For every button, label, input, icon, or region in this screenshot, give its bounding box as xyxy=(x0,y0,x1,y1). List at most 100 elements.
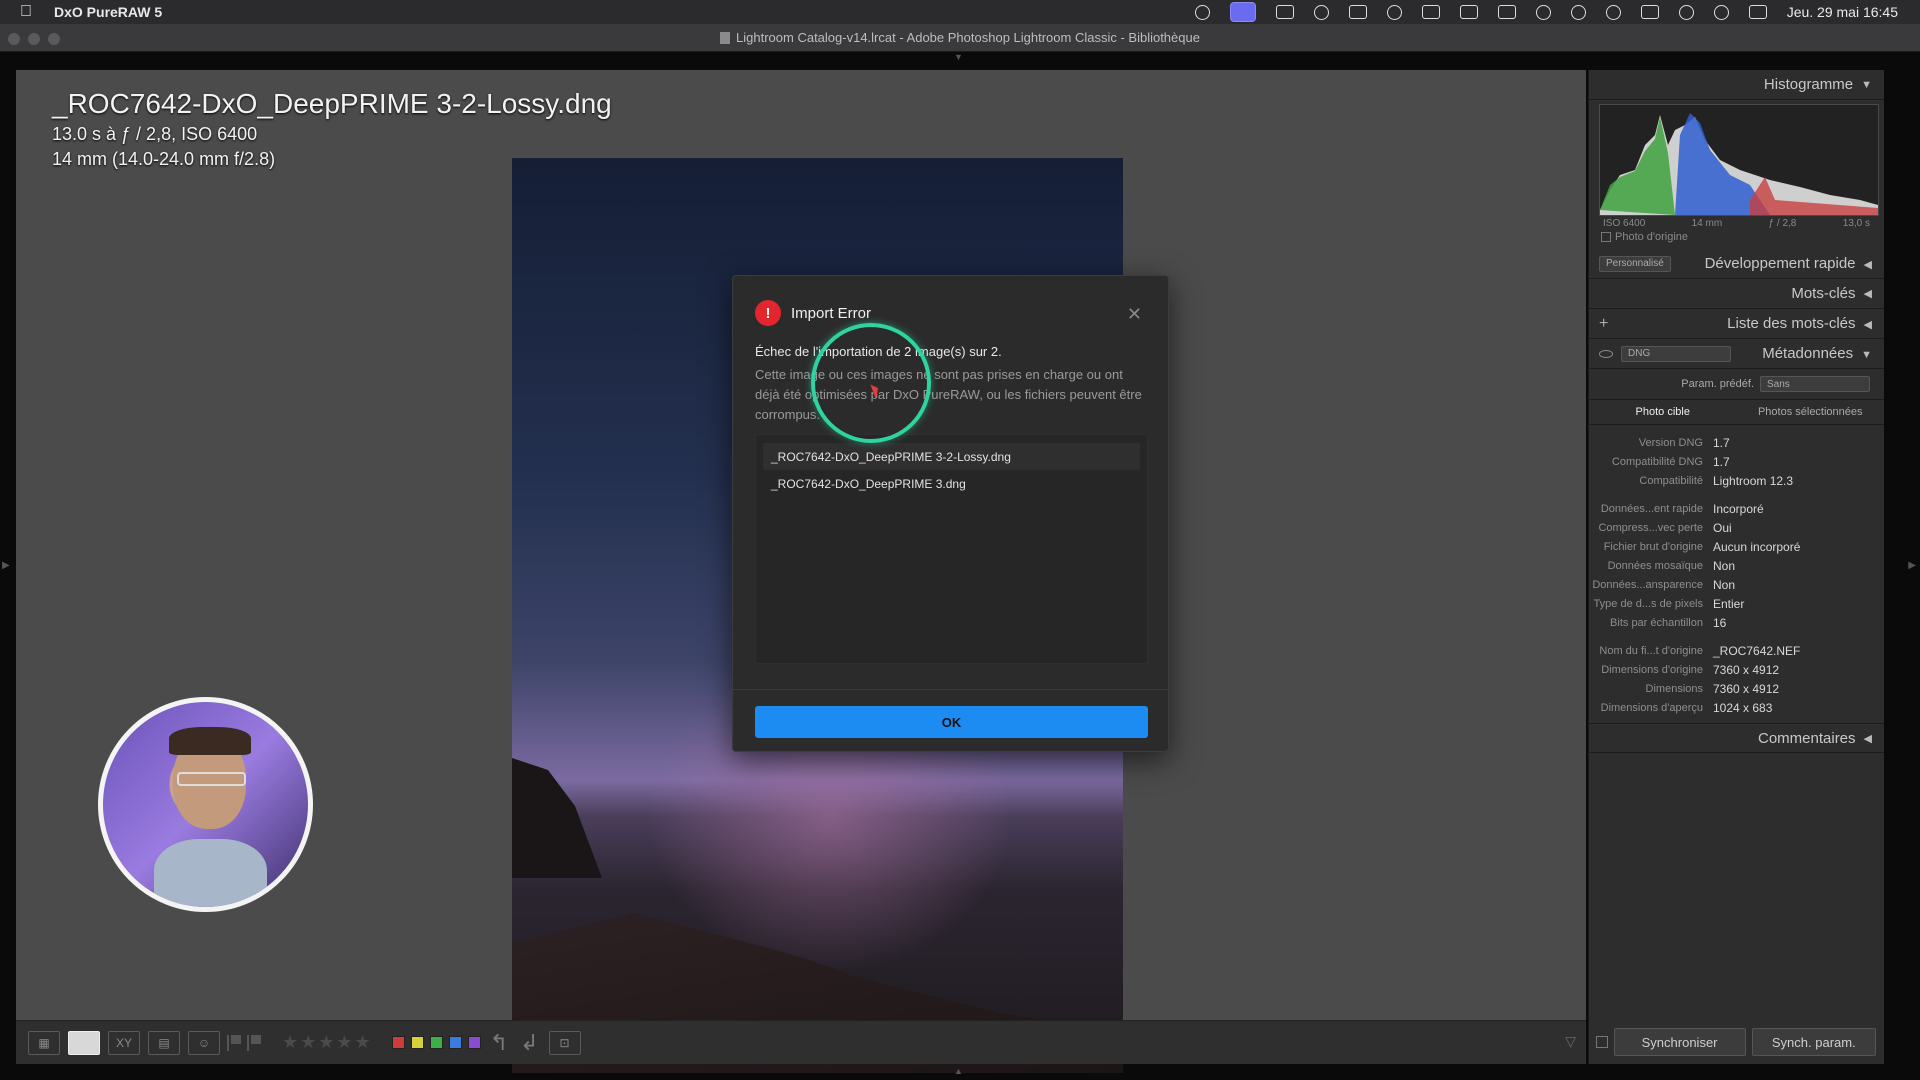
flag-reject-icon[interactable] xyxy=(247,1034,261,1051)
app-name-menu[interactable]: DxO PureRAW 5 xyxy=(54,4,162,20)
pureraw-icon[interactable] xyxy=(1348,5,1367,19)
metadata-value: 1024 x 683 xyxy=(1713,700,1773,715)
user-icon[interactable] xyxy=(1535,4,1551,20)
people-view-button[interactable]: ☺ xyxy=(188,1030,220,1055)
screen-share-icon[interactable] xyxy=(1229,2,1256,22)
metadata-value: 7360 x 4912 xyxy=(1713,681,1780,696)
failed-files-list: _ROC7642-DxO_DeepPRIME 3-2-Lossy.dng _RO… xyxy=(755,434,1148,664)
metadata-key: Données...ansparence xyxy=(1592,578,1703,591)
battery-icon[interactable] xyxy=(1640,5,1659,19)
apple-icon[interactable]:  xyxy=(20,3,36,21)
keyword-list-label: Liste des mots-clés xyxy=(1727,315,1856,332)
clipboard-icon[interactable] xyxy=(1421,5,1440,19)
crop-overlay-button[interactable]: ⊡ xyxy=(548,1030,581,1055)
photo-info-overlay: _ROC7642-DxO_DeepPRIME 3-2-Lossy.dng 13.… xyxy=(52,88,612,170)
ok-button[interactable]: OK xyxy=(755,706,1148,738)
color-label-red[interactable] xyxy=(391,1036,405,1049)
preset-select[interactable]: Sans xyxy=(1760,376,1870,392)
tab-target-photo[interactable]: Photo cible xyxy=(1589,400,1737,424)
metadata-value: Entier xyxy=(1713,596,1745,611)
histogram-header[interactable]: Histogramme ▼ xyxy=(1589,70,1884,100)
original-photo-label: Photo d'origine xyxy=(1615,231,1689,243)
color-label-yellow[interactable] xyxy=(410,1036,424,1049)
flag-pick-icon[interactable] xyxy=(227,1034,241,1051)
original-photo-row: Photo d'origine xyxy=(1589,229,1884,249)
survey-view-button[interactable]: ▤ xyxy=(148,1030,180,1055)
keywords-header[interactable]: Mots-clés ◀ xyxy=(1589,279,1884,309)
metadata-row: Compatibilité DNG 1.7 xyxy=(1589,452,1884,471)
keywords-label: Mots-clés xyxy=(1791,285,1856,302)
window-title: Lightroom Catalog-v14.lrcat - Adobe Phot… xyxy=(736,30,1200,45)
add-keyword-icon[interactable]: + xyxy=(1599,315,1608,333)
creative-cloud-icon[interactable] xyxy=(1386,4,1402,20)
menu-bar:  DxO PureRAW 5 Jeu. 29 mai 16:45 xyxy=(0,0,1920,24)
grid-view-button[interactable]: ▦ xyxy=(28,1030,60,1055)
eye-icon[interactable] xyxy=(1599,349,1613,358)
expand-left-icon: ◀ xyxy=(1863,319,1872,331)
color-label-purple[interactable] xyxy=(467,1036,481,1049)
filmstrip-toggle-icon[interactable]: ▲ xyxy=(954,1066,963,1076)
quick-develop-label: Développement rapide xyxy=(1704,255,1856,272)
metadata-value: _ROC7642.NEF xyxy=(1713,643,1801,658)
status-icon[interactable] xyxy=(1194,4,1210,20)
metadata-row: Bits par échantillon 16 xyxy=(1589,613,1884,632)
quick-develop-preset-select[interactable]: Personnalisé xyxy=(1599,255,1671,272)
loupe-view-button[interactable] xyxy=(68,1030,100,1055)
metadata-group-gap xyxy=(1589,490,1884,499)
camera-icon[interactable] xyxy=(1275,5,1294,19)
metadata-list: Version DNG 1.7 Compatibilité DNG 1.7 Compat… xyxy=(1589,425,1884,717)
metadata-key: Compatibilité xyxy=(1639,474,1703,487)
right-panel-toggle-icon[interactable]: ▶ xyxy=(1908,560,1916,571)
time-machine-icon[interactable] xyxy=(1605,4,1621,20)
metadata-header[interactable]: DNG Métadonnées ▼ xyxy=(1589,339,1884,369)
preset-label: Param. prédéf. xyxy=(1681,378,1754,390)
compare-view-button[interactable]: XY xyxy=(108,1030,140,1055)
top-panel-toggle-icon[interactable]: ▼ xyxy=(954,52,963,62)
dialog-description: Cette image ou ces images ne sont pas pr… xyxy=(755,367,1142,422)
keyword-list-header[interactable]: + Liste des mots-clés ◀ xyxy=(1589,309,1884,339)
toolbar-menu-chevron-icon[interactable]: ▽ xyxy=(1565,1033,1576,1050)
wifi-icon[interactable] xyxy=(1678,4,1694,20)
comments-label: Commentaires xyxy=(1758,729,1856,747)
sync-settings-button[interactable]: Synch. param. xyxy=(1751,1028,1876,1056)
sync-button[interactable]: Synchroniser xyxy=(1613,1028,1746,1056)
auto-sync-toggle[interactable] xyxy=(1596,1036,1608,1048)
menu-clock[interactable]: Jeu. 29 mai 16:45 xyxy=(1787,4,1898,20)
minimize-window-button[interactable] xyxy=(28,33,40,45)
metadata-key: Dimensions d'origine xyxy=(1601,663,1703,676)
control-center-icon[interactable] xyxy=(1748,5,1767,19)
quick-develop-header[interactable]: Personnalisé Développement rapide ◀ xyxy=(1589,249,1884,279)
dialog-divider xyxy=(733,689,1168,690)
webcam-avatar xyxy=(98,697,313,912)
metadata-row: Nom du fi...t d'origine _ROC7642.NEF xyxy=(1589,641,1884,660)
metadata-key: Version DNG xyxy=(1638,436,1703,449)
list-item[interactable]: _ROC7642-DxO_DeepPRIME 3.dng xyxy=(763,470,1140,497)
left-panel-toggle-icon[interactable]: ▶ xyxy=(2,560,10,571)
tab-selected-photos[interactable]: Photos sélectionnées xyxy=(1737,400,1885,424)
list-item[interactable]: _ROC7642-DxO_DeepPRIME 3-2-Lossy.dng xyxy=(763,443,1140,470)
metadata-key: Données...ent rapide xyxy=(1600,502,1703,515)
close-window-button[interactable] xyxy=(8,33,20,45)
color-label-blue[interactable] xyxy=(448,1036,462,1049)
metadata-group-gap xyxy=(1589,632,1884,641)
grid-icon[interactable] xyxy=(1459,5,1478,19)
zoom-window-button[interactable] xyxy=(48,33,60,45)
original-photo-checkbox[interactable] xyxy=(1601,232,1611,242)
histo-iso: ISO 6400 xyxy=(1603,218,1646,229)
rotate-right-icon[interactable]: ↲ xyxy=(520,1030,538,1056)
color-label-green[interactable] xyxy=(429,1036,443,1049)
comments-header[interactable]: Commentaires ◀ xyxy=(1589,723,1884,753)
pointer-icon[interactable] xyxy=(1313,4,1329,20)
search-icon[interactable] xyxy=(1713,4,1729,20)
rotate-left-icon[interactable]: ↰ xyxy=(490,1030,508,1056)
metadata-key: Nom du fi...t d'origine xyxy=(1599,644,1703,657)
histo-aperture: ƒ / 2,8 xyxy=(1768,218,1797,229)
metadata-key: Données mosaïque xyxy=(1607,559,1703,572)
metadata-preset-select[interactable]: DNG xyxy=(1621,345,1731,362)
metadata-value: Oui xyxy=(1713,520,1732,535)
play-icon[interactable] xyxy=(1570,4,1586,20)
metadata-value: 1.7 xyxy=(1713,454,1730,469)
close-icon[interactable]: ✕ xyxy=(1127,304,1142,325)
star-rating[interactable]: ★★★★★ xyxy=(282,1032,373,1053)
window-icon[interactable] xyxy=(1497,5,1516,19)
